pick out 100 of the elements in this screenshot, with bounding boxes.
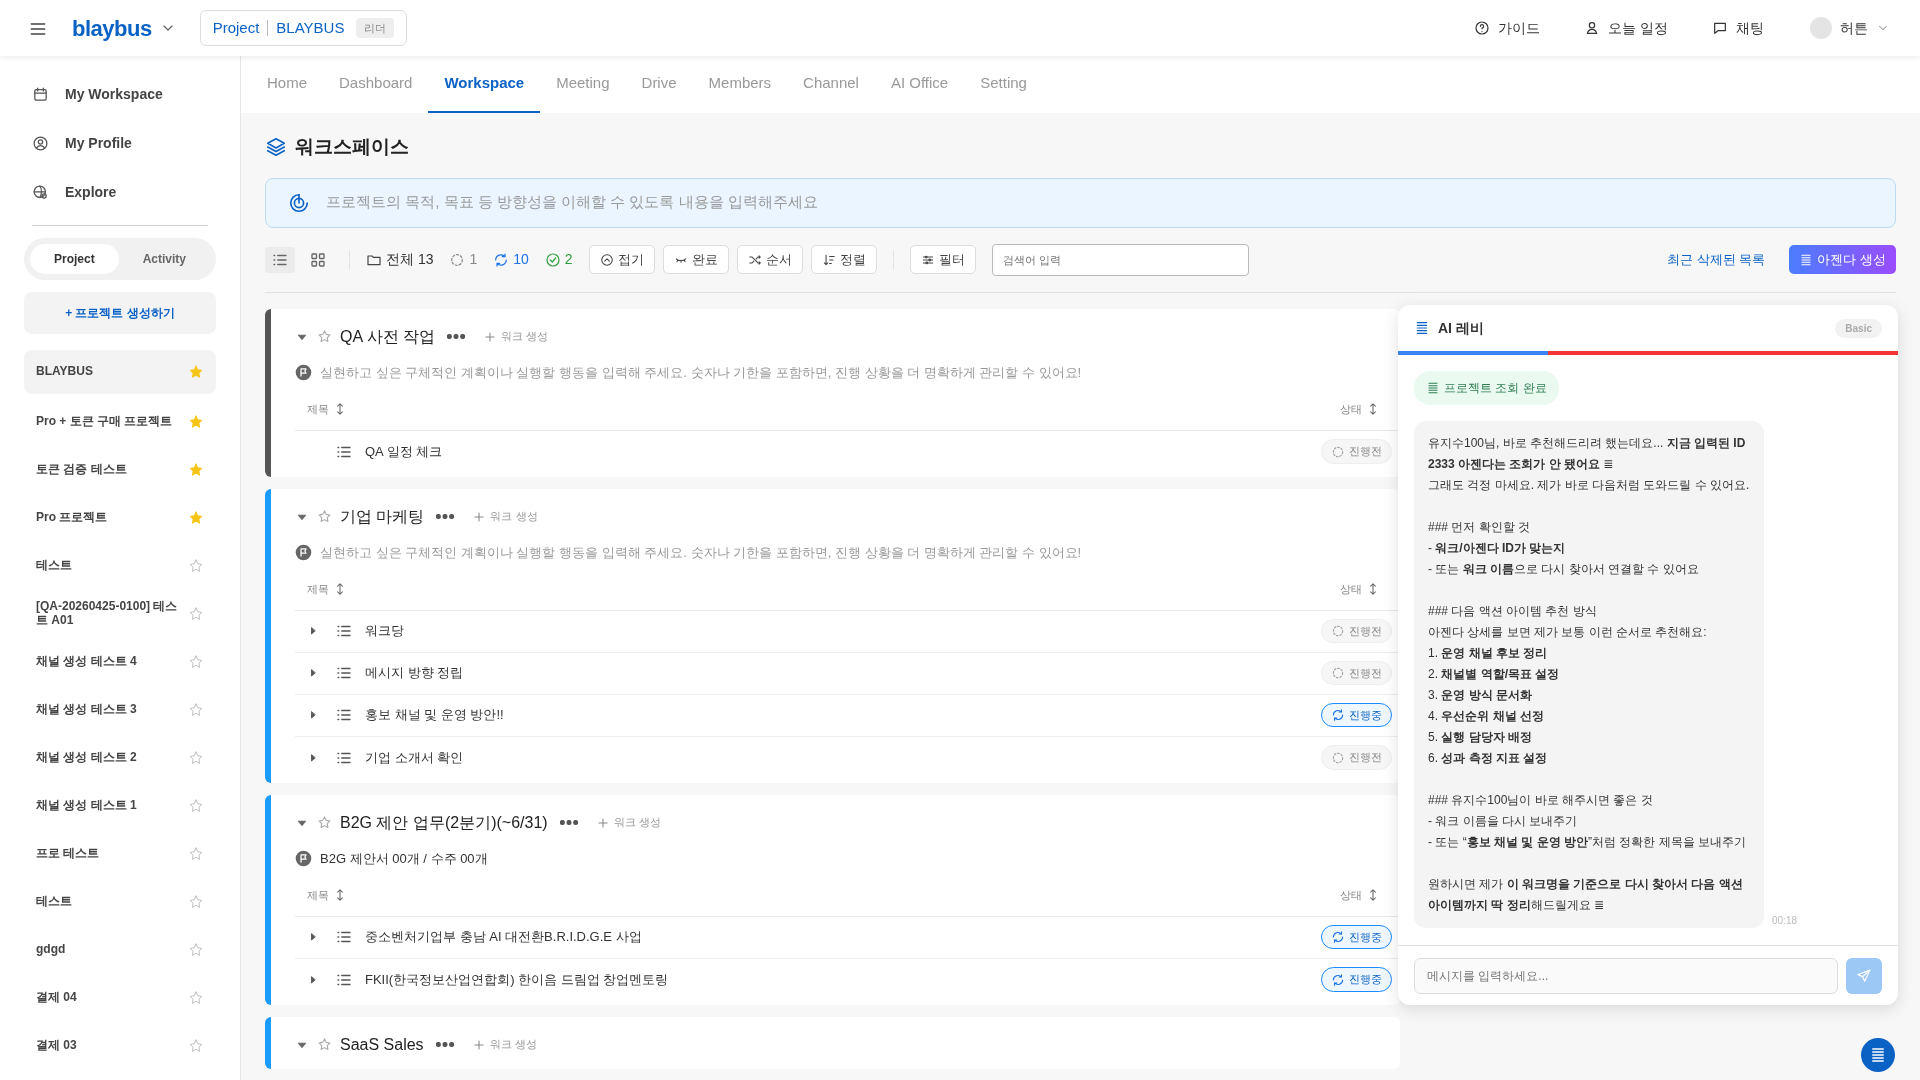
message-line: 3. 운영 방식 문서화 [1428,687,1533,704]
project-item[interactable]: gdgd [24,926,216,974]
column-header: 제목 [307,401,329,417]
plus-icon [483,329,498,344]
status-badge[interactable]: 진행중 [1321,967,1392,992]
project-selector[interactable]: Project BLAYBUS 리더 [199,9,408,47]
layers-icon [265,136,287,159]
check-circle-icon [544,251,561,268]
header-action-button[interactable]: 오늘 일정 [1578,16,1674,40]
status-badge[interactable]: 진행전 [1321,439,1392,464]
project-name: 채널 생성 테스트 4 [36,655,138,669]
project-label: Project [212,17,260,38]
view-toggle-button[interactable] [265,246,295,273]
project-item[interactable]: [QA-20260425-0100] 테스트 A01 [24,590,216,638]
header-action-button[interactable]: 가이드 [1468,16,1547,40]
toolbar-button[interactable]: 순서 [736,244,803,275]
project-item[interactable]: 토큰 검증 테스트 [24,446,216,494]
status-badge[interactable]: 진행중 [1321,702,1392,728]
more-button[interactable] [447,334,466,339]
toolbar-button[interactable]: 접기 [588,244,655,275]
status-badge[interactable]: 진행중 [1321,924,1392,950]
page-title: 워크스페이스 [295,135,409,159]
goal-placeholder: 프로젝트의 목적, 목표 등 방향성을 이해할 수 있도록 내용을 입력해주세요 [326,192,818,213]
project-item[interactable]: 채널 생성 테스트 2 [24,734,216,782]
project-name: 토큰 검증 테스트 [36,463,128,477]
sidebar-nav-item[interactable]: My Profile [24,119,216,168]
message-input[interactable]: 메시지를 입력하세요... [1414,957,1838,994]
project-item[interactable]: 테스트 [24,542,216,590]
tab[interactable]: Workspace [428,56,541,113]
status-badge[interactable]: 진행전 [1321,660,1392,686]
project-item[interactable]: 채널 생성 테스트 4 [24,638,216,686]
project-item[interactable]: 프로 테스트 [24,830,216,878]
agenda-goal: 실현하고 싶은 구체적인 계획이나 실행할 행동을 입력해 주세요. 숫자나 기한을 포함하면, 진행 상황을 더 명확하게 관리할 수 있어요! [320,363,1082,382]
status-badge[interactable]: 진행전 [1321,618,1392,644]
avatar [1810,17,1832,39]
toolbar-button[interactable]: 완료 [662,244,729,275]
create-project-button[interactable]: + 프로젝트 생성하기 [24,292,216,334]
message-line: 4. 우선순위 채널 선정 [1428,708,1545,725]
project-item[interactable]: Pro 프로젝트 [24,494,216,542]
message-time: 00:18 [1772,914,1798,928]
message-line: 아젠다 상세를 보면 제가 보통 이런 순서로 추천해요: [1428,624,1708,641]
column-header: 상태 [1340,887,1362,903]
project-item[interactable]: BLAYBUS [24,350,216,394]
project-item[interactable]: 채널 생성 테스트 1 [24,782,216,830]
more-button[interactable] [559,820,578,825]
calendar-icon [32,86,49,103]
toolbar-button[interactable]: 필터 [909,244,976,275]
more-button[interactable] [435,1042,454,1047]
segment-tab[interactable]: Activity [118,244,210,274]
project-name: 채널 생성 테스트 1 [36,799,138,813]
plus-icon [471,1037,486,1052]
recently-deleted-link[interactable]: 최근 삭제된 목록 [1667,249,1766,270]
status-badge[interactable]: 진행전 [1321,745,1392,770]
chat-toggle-button[interactable] [1861,1038,1895,1072]
flag-icon [295,364,312,381]
column-header: 제목 [307,581,329,597]
project-name: 프로 테스트 [36,847,101,861]
create-agenda-button[interactable]: 아젠다 생성 [1789,244,1896,275]
project-name: 채널 생성 테스트 3 [36,703,138,717]
logo: blaybus [72,14,152,43]
sort-icon [821,252,836,267]
toolbar-button[interactable]: 정렬 [810,244,877,275]
help-icon [1474,20,1491,36]
collapse-icon [599,252,614,267]
panel-title: AI 레비 [1438,318,1484,338]
message-line: 그래도 걱정 마세요. 제가 바로 다음처럼 도와드릴 수 있어요. [1428,477,1750,494]
project-name: 테스트 [36,559,73,573]
project-item[interactable]: Pro + 토큰 구매 프로젝트 [24,398,216,446]
sidebar-nav-item[interactable]: My Workspace [24,70,216,119]
message-line: 6. 성과 측정 지표 설정 [1428,750,1549,767]
role-badge: 리더 [356,17,395,39]
message-line: - 워크 이름을 다시 보내주기 [1428,813,1579,830]
work-title: 기업 소개서 확인 [365,748,464,767]
search-field[interactable]: 검색어 입력 [991,243,1249,276]
sidebar-nav-item[interactable]: Explore [24,168,216,217]
dashed-circle-icon [449,251,466,268]
message-line: 1. 운영 채널 후보 정리 [1428,645,1549,662]
project-item[interactable]: 결제 04 [24,974,216,1022]
segment-tab[interactable]: Project [30,244,119,274]
project-name: Pro + 토큰 구매 프로젝트 [36,415,174,429]
column-header: 상태 [1340,581,1362,597]
project-name: gdgd [36,943,67,957]
agenda-title: 기업 마케팅 [340,506,425,527]
column-header: 제목 [307,887,329,903]
plus-icon [595,815,610,830]
project-item[interactable]: 결제 03 [24,1022,216,1070]
work-title: QA 일정 체크 [365,442,443,461]
project-name: [QA-20260425-0100] 테스트 A01 [36,600,179,628]
message-line: 2. 채널별 역할/목표 설정 [1428,666,1561,683]
project-item[interactable]: 채널 생성 테스트 3 [24,686,216,734]
more-button[interactable] [436,514,455,519]
work-title: FKII(한국정보산업연합회) 한이음 드림업 창업멘토링 [365,970,669,989]
project-name: 테스트 [36,895,73,909]
more-icon [436,514,455,519]
refresh-icon [1331,930,1345,944]
project-name: 결제 03 [36,1039,78,1053]
project-item[interactable]: 테스트 [24,878,216,926]
dashed-circle-icon [1331,624,1345,638]
header-action-button[interactable]: 채팅 [1706,16,1770,40]
status-count: 2 [564,250,573,269]
